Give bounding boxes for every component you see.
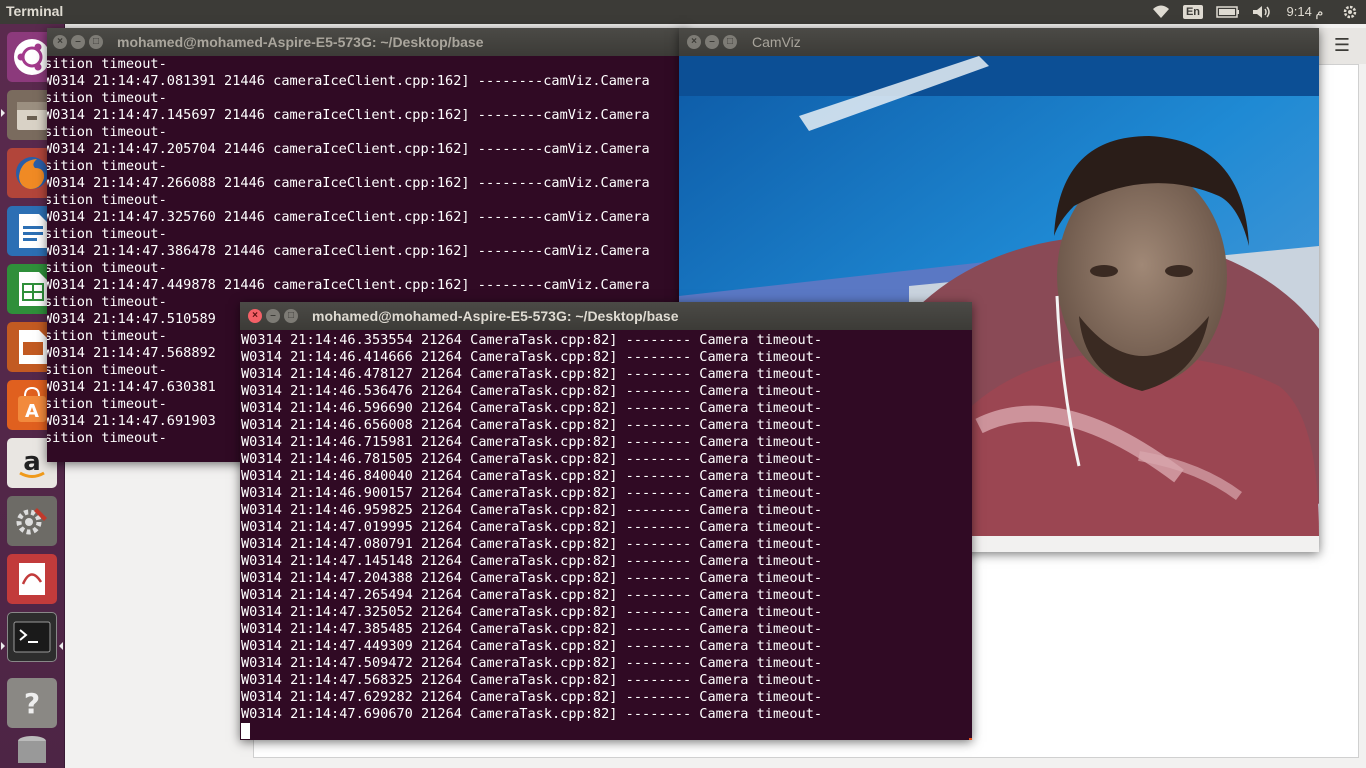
terminal-scrollbar[interactable] (969, 738, 972, 740)
terminal-line: W0314 21:14:47.265494 21264 CameraTask.c… (241, 587, 823, 603)
terminal-line: W0314 21:14:46.656008 21264 CameraTask.c… (241, 417, 823, 433)
terminal-line: W0314 21:14:46.478127 21264 CameraTask.c… (241, 366, 823, 382)
terminal-line: W0314 21:14:47.325760 21446 cameraIceCli… (47, 209, 650, 225)
terminal-line: W0314 21:14:46.840040 21264 CameraTask.c… (241, 468, 823, 484)
terminal-line: W0314 21:14:47.081391 21446 cameraIceCli… (47, 73, 650, 89)
terminal-line: W0314 21:14:46.596690 21264 CameraTask.c… (241, 400, 823, 416)
terminal-cursor (241, 723, 250, 739)
active-app-title: Terminal (6, 3, 64, 19)
terminal-line: W0314 21:14:46.959825 21264 CameraTask.c… (241, 502, 823, 518)
terminal-line: W0314 21:14:46.353554 21264 CameraTask.c… (241, 332, 823, 348)
volume-icon[interactable] (1250, 0, 1274, 24)
close-button[interactable]: × (248, 309, 262, 323)
svg-text:A: A (25, 401, 39, 422)
terminal-line: sition timeout- (47, 90, 167, 106)
terminal-back-title: mohamed@mohamed-Aspire-E5-573G: ~/Deskto… (117, 34, 484, 50)
terminal-line: W0314 21:14:47.386478 21446 cameraIceCli… (47, 243, 650, 259)
maximize-button[interactable]: □ (723, 35, 737, 49)
terminal-line: W0314 21:14:47.204388 21264 CameraTask.c… (241, 570, 823, 586)
terminal-line: W0314 21:14:46.715981 21264 CameraTask.c… (241, 434, 823, 450)
terminal-front-output[interactable]: W0314 21:14:46.353554 21264 CameraTask.c… (240, 330, 972, 740)
close-button[interactable]: × (687, 35, 701, 49)
terminal-line: sition timeout- (47, 56, 167, 72)
terminal-prompt-line[interactable] (241, 723, 822, 740)
terminal-icon[interactable] (7, 612, 57, 662)
terminal-line: W0314 21:14:47.205704 21446 cameraIceCli… (47, 141, 650, 157)
terminal-line: W0314 21:14:47.145697 21446 cameraIceCli… (47, 107, 650, 123)
top-panel: Terminal En 9:14 م (0, 0, 1366, 24)
terminal-line: W0314 21:14:47.449878 21446 cameraIceCli… (47, 277, 650, 293)
wifi-icon[interactable] (1150, 0, 1172, 24)
terminal-front-title: mohamed@mohamed-Aspire-E5-573G: ~/Deskto… (312, 308, 679, 324)
terminal-line: sition timeout- (47, 158, 167, 174)
terminal-back-titlebar[interactable]: × – □ mohamed@mohamed-Aspire-E5-573G: ~/… (47, 28, 687, 56)
terminal-line: W0314 21:14:46.781505 21264 CameraTask.c… (241, 451, 823, 467)
terminal-line: W0314 21:14:47.266088 21446 cameraIceCli… (47, 175, 650, 191)
minimize-button[interactable]: – (71, 35, 85, 49)
svg-text:?: ? (24, 687, 40, 720)
terminal-line: W0314 21:14:47.449309 21264 CameraTask.c… (241, 638, 823, 654)
minimize-button[interactable]: – (705, 35, 719, 49)
camviz-title: CamViz (752, 34, 801, 50)
document-viewer-icon[interactable] (7, 554, 57, 604)
terminal-line: W0314 21:14:46.536476 21264 CameraTask.c… (241, 383, 823, 399)
battery-icon[interactable] (1214, 0, 1242, 24)
keyboard-layout-label: En (1182, 5, 1204, 19)
terminal-line: W0314 21:14:47.325052 21264 CameraTask.c… (241, 604, 823, 620)
terminal-line: W0314 21:14:47.385485 21264 CameraTask.c… (241, 621, 823, 637)
trash-icon[interactable] (7, 728, 57, 768)
terminal-line: W0314 21:14:46.900157 21264 CameraTask.c… (241, 485, 823, 501)
terminal-line: W0314 21:14:47.568325 21264 CameraTask.c… (241, 672, 823, 688)
terminal-line: W0314 21:14:47.145148 21264 CameraTask.c… (241, 553, 823, 569)
terminal-line: sition timeout- (47, 192, 167, 208)
terminal-line: W0314 21:14:47.690670 21264 CameraTask.c… (241, 706, 823, 722)
system-settings-icon[interactable] (7, 496, 57, 546)
terminal-line: W0314 21:14:47.629282 21264 CameraTask.c… (241, 689, 823, 705)
keyboard-layout-indicator[interactable]: En (1182, 0, 1204, 24)
terminal-line: W0314 21:14:47.080791 21264 CameraTask.c… (241, 536, 823, 552)
terminal-line: W0314 21:14:47.509472 21264 CameraTask.c… (241, 655, 823, 671)
clock[interactable]: 9:14 م (1280, 0, 1330, 24)
hamburger-menu-icon[interactable]: ☰ (1325, 30, 1359, 60)
maximize-button[interactable]: □ (284, 309, 298, 323)
terminal-front-titlebar[interactable]: × – □ mohamed@mohamed-Aspire-E5-573G: ~/… (240, 302, 972, 330)
close-button[interactable]: × (53, 35, 67, 49)
gear-icon[interactable] (1338, 0, 1362, 24)
terminal-line: sition timeout- (47, 226, 167, 242)
terminal-line: sition timeout- (47, 260, 167, 276)
svg-text:a: a (23, 447, 41, 477)
terminal-line: W0314 21:14:47.019995 21264 CameraTask.c… (241, 519, 823, 535)
help-icon[interactable]: ? (7, 678, 57, 728)
maximize-button[interactable]: □ (89, 35, 103, 49)
minimize-button[interactable]: – (266, 309, 280, 323)
terminal-line: sition timeout- (47, 124, 167, 140)
camviz-titlebar[interactable]: × – □ CamViz (679, 28, 1319, 56)
terminal-line: W0314 21:14:46.414666 21264 CameraTask.c… (241, 349, 823, 365)
terminal-window-front[interactable]: × – □ mohamed@mohamed-Aspire-E5-573G: ~/… (240, 302, 972, 740)
